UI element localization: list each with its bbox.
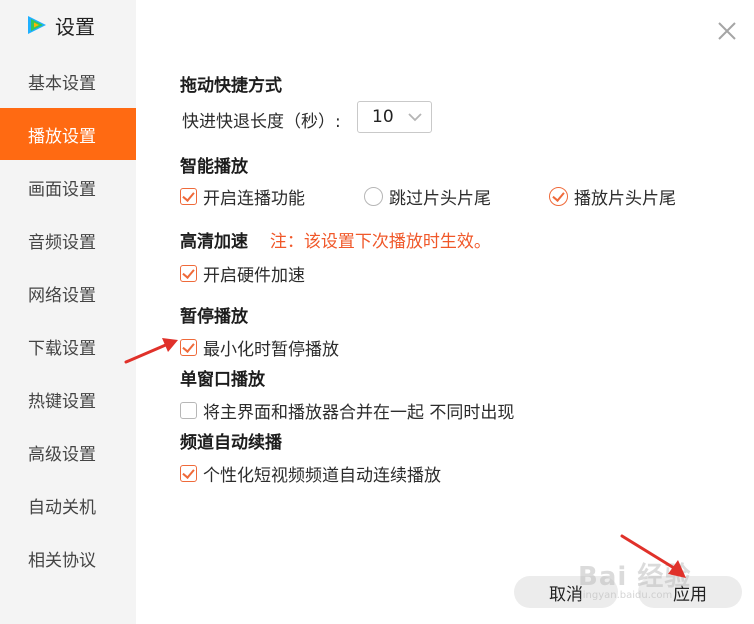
- radio-play-intro[interactable]: [549, 187, 568, 206]
- sidebar-item-label: 热键设置: [28, 391, 96, 412]
- section-title-channel: 频道自动续播: [180, 433, 282, 453]
- annotation-arrow-icon: [124, 338, 178, 364]
- close-icon[interactable]: [714, 18, 740, 44]
- option-merge-window[interactable]: 将主界面和播放器合并在一起 不同时出现: [180, 398, 514, 423]
- option-skip-intro[interactable]: 跳过片头片尾: [364, 184, 491, 209]
- sidebar-item-network[interactable]: 网络设置: [0, 267, 136, 319]
- option-play-intro[interactable]: 播放片头片尾: [549, 184, 676, 209]
- sidebar-item-hotkey[interactable]: 热键设置: [0, 373, 136, 425]
- option-label: 开启硬件加速: [203, 266, 305, 286]
- sidebar-item-auto-shutdown[interactable]: 自动关机: [0, 479, 136, 531]
- sidebar-item-label: 画面设置: [28, 179, 96, 200]
- checkbox-hardware-accel[interactable]: [180, 265, 197, 282]
- checkbox-merge-window[interactable]: [180, 402, 197, 419]
- section-title-hd: 高清加速 注：该设置下次播放时生效。: [180, 227, 491, 252]
- option-label: 最小化时暂停播放: [203, 340, 339, 360]
- watermark-url: jingyan.baidu.com: [580, 590, 673, 601]
- annotation-arrow-icon: [620, 534, 686, 578]
- seek-length-label: 快进快退长度（秒）:: [182, 107, 341, 132]
- sidebar-item-playback[interactable]: 播放设置: [0, 108, 136, 160]
- sidebar-item-label: 相关协议: [28, 550, 96, 571]
- section-title-smart: 智能播放: [180, 157, 248, 177]
- sidebar-item-picture[interactable]: 画面设置: [0, 161, 136, 213]
- sidebar-item-advanced[interactable]: 高级设置: [0, 426, 136, 478]
- chevron-down-icon: [408, 113, 422, 122]
- radio-skip-intro[interactable]: [364, 187, 383, 206]
- option-label: 跳过片头片尾: [389, 189, 491, 209]
- option-channel-autoplay[interactable]: 个性化短视频频道自动连续播放: [180, 461, 441, 486]
- sidebar-item-agreements[interactable]: 相关协议: [0, 532, 136, 584]
- seek-length-value: 10: [372, 107, 394, 127]
- checkbox-channel-autoplay[interactable]: [180, 465, 197, 482]
- sidebar-item-label: 基本设置: [28, 73, 96, 94]
- section-title-hd-text: 高清加速: [180, 232, 248, 252]
- option-label: 开启连播功能: [203, 189, 305, 209]
- section-title-single: 单窗口播放: [180, 370, 265, 390]
- option-pause-minimize[interactable]: 最小化时暂停播放: [180, 335, 339, 360]
- section-title-pause: 暂停播放: [180, 307, 248, 327]
- tencent-video-logo-icon: [28, 16, 46, 34]
- app-title: 设置: [25, 10, 95, 40]
- option-label: 个性化短视频频道自动连续播放: [203, 466, 441, 486]
- sidebar-item-label: 下载设置: [28, 338, 96, 359]
- seek-length-text: 快进快退长度（秒）:: [182, 112, 341, 132]
- sidebar-item-basic[interactable]: 基本设置: [0, 55, 136, 107]
- sidebar-item-label: 音频设置: [28, 232, 96, 253]
- section-title-drag: 拖动快捷方式: [180, 76, 282, 96]
- app-title-text: 设置: [55, 14, 95, 39]
- option-continuous-play[interactable]: 开启连播功能: [180, 184, 305, 209]
- sidebar-item-label: 网络设置: [28, 285, 96, 306]
- hd-note: 注：该设置下次播放时生效。: [269, 232, 491, 252]
- sidebar: 设置 基本设置 播放设置 画面设置 音频设置 网络设置 下载设置 热键设置 高级…: [0, 0, 136, 624]
- option-label: 将主界面和播放器合并在一起 不同时出现: [203, 403, 515, 423]
- sidebar-item-label: 自动关机: [28, 497, 96, 518]
- seek-length-select[interactable]: 10: [357, 101, 432, 133]
- sidebar-item-label: 播放设置: [28, 126, 96, 147]
- option-hardware-accel[interactable]: 开启硬件加速: [180, 261, 305, 286]
- checkbox-pause-minimize[interactable]: [180, 339, 197, 356]
- sidebar-item-label: 高级设置: [28, 444, 96, 465]
- sidebar-item-audio[interactable]: 音频设置: [0, 214, 136, 266]
- sidebar-item-download[interactable]: 下载设置: [0, 320, 136, 372]
- checkbox-continuous-play[interactable]: [180, 188, 197, 205]
- option-label: 播放片头片尾: [574, 189, 676, 209]
